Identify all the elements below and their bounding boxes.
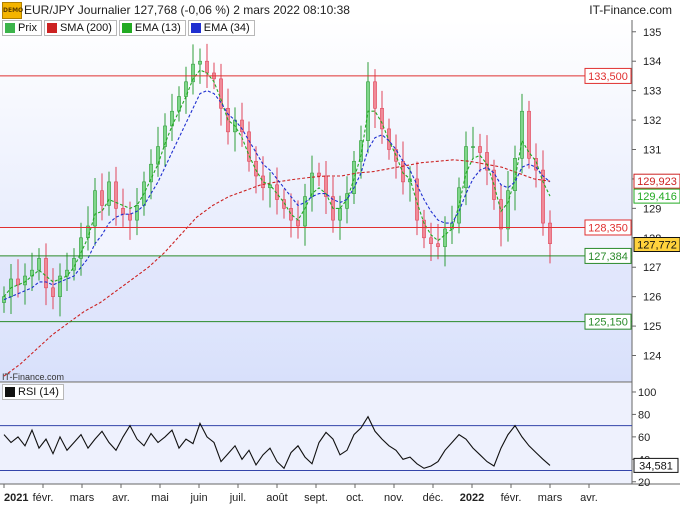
rsi-y-tick-label: 100 xyxy=(638,387,656,399)
price-bar xyxy=(478,146,482,153)
legend-item-sma200[interactable]: SMA (200) xyxy=(43,20,117,36)
price-bar xyxy=(93,190,97,227)
x-tick-label: juin xyxy=(189,492,207,504)
y-tick-label: 129 xyxy=(643,203,661,215)
rsi-panel-background xyxy=(0,383,632,484)
price-bar xyxy=(520,110,524,159)
price-bar xyxy=(429,237,433,244)
y-tick-label: 135 xyxy=(643,27,661,39)
x-tick-label: mars xyxy=(70,492,95,504)
price-bar xyxy=(37,258,41,271)
x-tick-label: 2021 xyxy=(4,492,28,504)
price-bar xyxy=(254,160,258,177)
legend-item-ema13[interactable]: EMA (13) xyxy=(118,20,186,36)
x-tick-label: avr. xyxy=(580,492,598,504)
price-bar xyxy=(548,222,552,244)
x-tick-label: déc. xyxy=(423,492,444,504)
x-tick-label: août xyxy=(266,492,287,504)
price-bar xyxy=(443,228,447,247)
y-tick-label: 133 xyxy=(643,86,661,98)
level-label: 125,150 xyxy=(588,317,628,329)
rsi-legend[interactable]: RSI (14) xyxy=(2,384,64,400)
price-bar xyxy=(135,205,139,221)
legend-label-sma200: SMA (200) xyxy=(59,22,112,34)
price-bar xyxy=(338,208,342,221)
price-bar xyxy=(23,275,27,286)
price-bar xyxy=(436,243,440,247)
x-tick-label: mars xyxy=(538,492,563,504)
range-zone-lower xyxy=(0,255,632,322)
y-tick-label: 127 xyxy=(643,262,661,274)
rsi-y-tick-label: 80 xyxy=(638,409,650,421)
price-bar xyxy=(345,193,349,209)
legend-label-rsi: RSI (14) xyxy=(18,386,59,398)
level-label: 127,384 xyxy=(588,251,628,263)
price-bar xyxy=(317,172,321,177)
price-bar xyxy=(100,190,104,206)
rsi-y-tick-label: 60 xyxy=(638,432,650,444)
x-tick-label: févr. xyxy=(33,492,54,504)
legend-label-prix: Prix xyxy=(18,22,37,34)
price-bar xyxy=(51,287,55,297)
price-bar xyxy=(44,258,48,289)
x-tick-label: mai xyxy=(151,492,169,504)
price-bar xyxy=(506,190,510,230)
price-bar xyxy=(310,172,314,197)
chart-canvas[interactable]: 1241251261271281291301311321331341352040… xyxy=(0,0,680,510)
y-tick-label: 132 xyxy=(643,115,661,127)
y-tick-label: 134 xyxy=(643,56,661,68)
price-bar xyxy=(289,208,293,221)
price-bar xyxy=(240,119,244,133)
x-tick-label: nov. xyxy=(384,492,404,504)
rsi-tag: 34,581 xyxy=(639,460,673,472)
legend-swatch-ema13 xyxy=(121,23,132,33)
price-bar xyxy=(198,60,202,65)
price-bar xyxy=(205,60,209,74)
price-bar xyxy=(296,219,300,227)
price-tag: 129,923 xyxy=(637,176,677,188)
y-tick-label: 125 xyxy=(643,321,661,333)
legend-item-prix[interactable]: Prix xyxy=(2,20,42,36)
price-bar xyxy=(114,181,118,209)
legend-label-ema13: EMA (13) xyxy=(134,22,181,34)
price-bar xyxy=(121,208,125,215)
price-bar xyxy=(128,213,132,221)
price-bar xyxy=(177,96,181,112)
legend-item-ema34[interactable]: EMA (34) xyxy=(187,20,255,36)
price-bar xyxy=(65,269,69,277)
legend-swatch-ema34 xyxy=(190,23,201,33)
price-bar xyxy=(149,163,153,183)
x-tick-label: juil. xyxy=(229,492,247,504)
legend-swatch-rsi xyxy=(5,387,15,397)
x-tick-label: sept. xyxy=(304,492,328,504)
price-tag: 127,772 xyxy=(637,239,677,251)
price-bar xyxy=(499,199,503,230)
level-label: 133,500 xyxy=(588,71,628,83)
y-tick-label: 126 xyxy=(643,292,661,304)
legend-swatch-prix xyxy=(5,23,15,33)
level-label: 128,350 xyxy=(588,222,628,234)
price-legend: Prix SMA (200) EMA (13) EMA (34) xyxy=(2,20,255,36)
x-tick-label: 2022 xyxy=(460,492,484,504)
watermark-credit: IT-Finance.com xyxy=(2,372,65,382)
y-tick-label: 131 xyxy=(643,144,661,156)
x-tick-label: oct. xyxy=(346,492,364,504)
y-tick-label: 124 xyxy=(643,351,661,363)
rsi-y-tick-label: 20 xyxy=(638,477,650,489)
price-bar xyxy=(464,146,468,189)
legend-swatch-sma200 xyxy=(46,23,57,33)
price-bar xyxy=(373,81,377,109)
x-tick-label: avr. xyxy=(112,492,130,504)
legend-label-ema34: EMA (34) xyxy=(203,22,250,34)
price-bar xyxy=(471,146,475,148)
x-tick-label: févr. xyxy=(501,492,522,504)
price-tag: 129,416 xyxy=(637,191,677,203)
